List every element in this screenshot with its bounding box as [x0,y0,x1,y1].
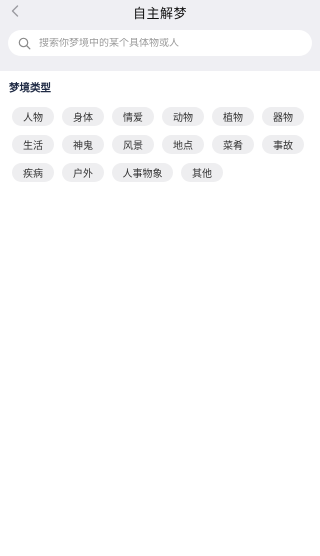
search-input[interactable] [39,37,279,49]
tag-accident[interactable]: 事故 [262,135,304,154]
tag-phenomena[interactable]: 人事物象 [112,163,173,182]
tag-animal[interactable]: 动物 [162,107,204,126]
tag-outdoor[interactable]: 户外 [62,163,104,182]
tag-body[interactable]: 身体 [62,107,104,126]
nav-bar: 自主解梦 [0,0,320,24]
back-button[interactable] [7,2,23,20]
tag-person[interactable]: 人物 [12,107,54,126]
tag-row: 人物 身体 情爱 动物 植物 器物 [12,107,312,126]
section-title: 梦境类型 [9,82,51,94]
tag-dish[interactable]: 菜肴 [212,135,254,154]
tag-plant[interactable]: 植物 [212,107,254,126]
tag-place[interactable]: 地点 [162,135,204,154]
tag-row: 生活 神鬼 风景 地点 菜肴 事故 [12,135,312,154]
tag-life[interactable]: 生活 [12,135,54,154]
tag-row: 疾病 户外 人事物象 其他 [12,163,312,182]
search-bar[interactable] [8,30,312,56]
chevron-left-icon [11,5,19,17]
header-area: 自主解梦 [0,0,320,71]
search-icon [18,37,31,50]
tag-scenery[interactable]: 风景 [112,135,154,154]
tag-other[interactable]: 其他 [181,163,223,182]
tag-love[interactable]: 情爱 [112,107,154,126]
page-title: 自主解梦 [132,6,187,22]
tag-ghost[interactable]: 神鬼 [62,135,104,154]
dream-type-tags: 人物 身体 情爱 动物 植物 器物 生活 神鬼 风景 地点 菜肴 事故 疾病 户… [12,107,312,191]
tag-disease[interactable]: 疾病 [12,163,54,182]
tag-object[interactable]: 器物 [262,107,304,126]
